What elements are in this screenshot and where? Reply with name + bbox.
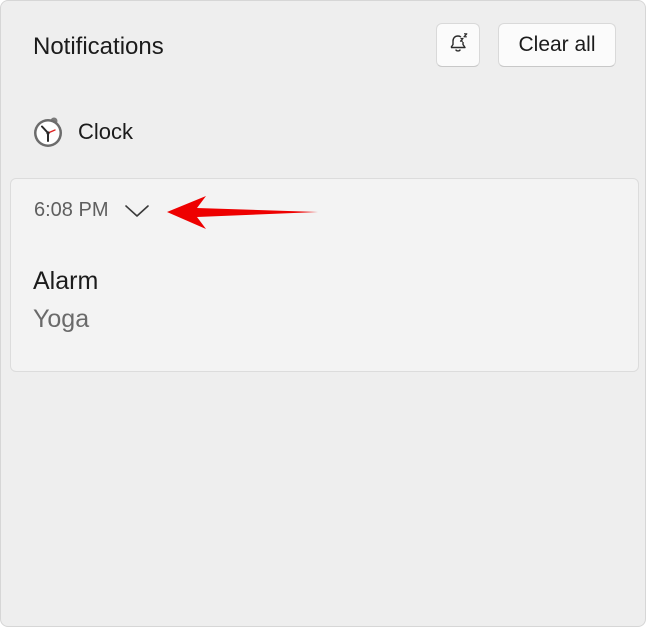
red-arrow-annotation: [167, 196, 318, 229]
do-not-disturb-button[interactable]: [436, 23, 480, 67]
notification-body: Yoga: [33, 305, 90, 333]
bell-snooze-icon: [447, 32, 469, 59]
app-group-header: Clock: [31, 114, 133, 150]
app-name-label: Clock: [78, 119, 134, 144]
notification-card[interactable]: 6:08 PM Alarm Yoga: [10, 178, 639, 372]
notification-title: Alarm: [33, 267, 99, 295]
chevron-down-icon[interactable]: [124, 203, 150, 219]
notification-time-row: 6:08 PM: [34, 199, 150, 222]
notification-center-panel: Notifications Clear all Clock 6:08 PM Al…: [0, 0, 646, 627]
page-title: Notifications: [33, 33, 164, 60]
clock-icon: [31, 115, 65, 149]
clear-all-button[interactable]: Clear all: [498, 23, 616, 67]
notification-time: 6:08 PM: [34, 199, 109, 221]
